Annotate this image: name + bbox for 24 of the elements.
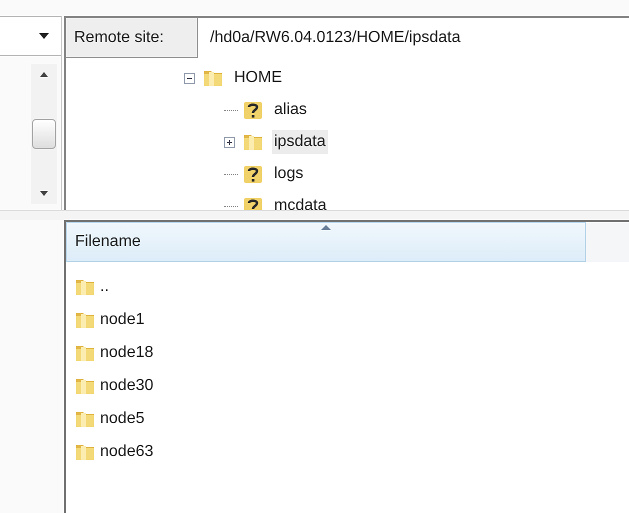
collapse-icon[interactable] — [184, 72, 195, 84]
question-mark-icon — [242, 99, 264, 121]
scrollbar[interactable] — [31, 64, 57, 204]
file-name[interactable]: node63 — [100, 440, 154, 464]
field-label: Remote site: — [66, 18, 198, 58]
tree-item[interactable]: alias — [272, 98, 309, 122]
tree-item[interactable]: HOME — [232, 66, 284, 90]
scroll-up-icon[interactable] — [40, 72, 48, 77]
file-name[interactable]: node5 — [100, 406, 144, 430]
column-header[interactable]: Filename — [66, 222, 586, 262]
file-name[interactable]: node18 — [100, 340, 154, 364]
tree-item[interactable]: ipsdata — [272, 130, 328, 154]
path-field[interactable]: /hd0a/RW6.04.0123/HOME/ipsdata — [198, 18, 629, 58]
file-name[interactable]: node30 — [100, 374, 154, 398]
sort-arrow-icon[interactable] — [321, 225, 331, 230]
expand-icon[interactable] — [224, 136, 235, 148]
scroll-down-icon[interactable] — [40, 191, 48, 196]
question-mark-icon — [242, 163, 264, 185]
file-name[interactable]: node1 — [100, 308, 144, 332]
file-name[interactable]: .. — [100, 274, 109, 298]
scrollbar-thumb[interactable] — [32, 119, 56, 149]
tree-item[interactable]: logs — [272, 162, 306, 186]
tree-item[interactable]: mcdata — [272, 194, 328, 210]
caret-down-icon[interactable] — [39, 33, 49, 39]
